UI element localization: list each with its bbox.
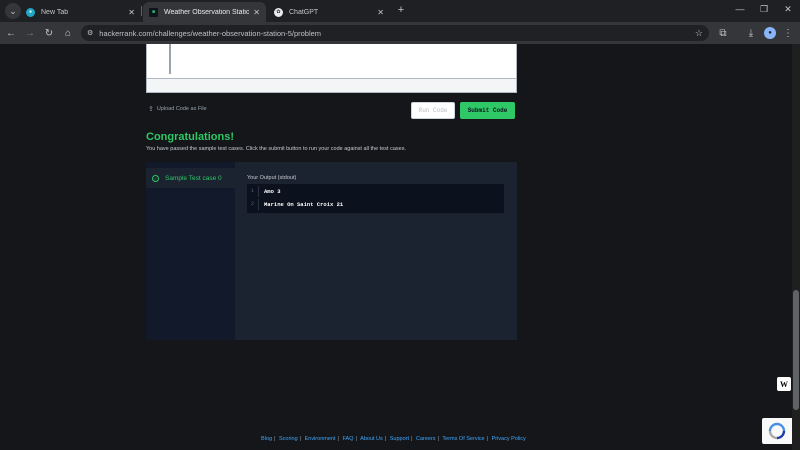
minimize-icon[interactable]: —: [733, 4, 747, 14]
footer-separator: |: [299, 436, 302, 442]
home-icon[interactable]: ⌂: [61, 26, 75, 40]
profile-avatar[interactable]: ●: [764, 27, 776, 39]
close-window-icon[interactable]: ✕: [781, 4, 795, 15]
upload-code-link[interactable]: ⇪ Upload Code as File: [148, 105, 207, 113]
recaptcha-badge[interactable]: [762, 418, 792, 444]
footer-link-scoring[interactable]: Scoring: [279, 436, 298, 442]
testcase-label: Sample Test case 0: [165, 174, 222, 182]
output-label: Your Output (stdout): [247, 175, 297, 181]
footer-separator: |: [411, 436, 413, 442]
site-settings-icon[interactable]: ⚙: [87, 29, 93, 37]
footer-separator: |: [274, 436, 276, 442]
footer-separator: |: [355, 436, 357, 442]
footer-link-faq[interactable]: FAQ: [342, 436, 353, 442]
result-message: You have passed the sample test cases. C…: [146, 146, 406, 152]
footer-separator: |: [337, 436, 339, 442]
w-widget-icon[interactable]: W: [777, 377, 791, 391]
footer-link-terms[interactable]: Terms Of Service: [442, 436, 484, 442]
recaptcha-icon: [768, 422, 786, 440]
submit-code-button[interactable]: Submit Code: [460, 102, 515, 119]
output-box: 1 Amo 3 2 Marine On Saint Croix 21: [247, 184, 504, 213]
output-line: 2 Marine On Saint Croix 21: [247, 199, 504, 210]
line-number: 2: [247, 199, 259, 210]
tab-new-tab[interactable]: ● New Tab ✕: [20, 2, 141, 22]
output-text: Amo 3: [264, 188, 281, 195]
footer-link-privacy[interactable]: Privacy Policy: [492, 436, 526, 442]
close-icon[interactable]: ✕: [377, 8, 384, 17]
more-options-icon[interactable]: ⋮: [781, 26, 795, 40]
close-icon[interactable]: ✕: [253, 8, 260, 17]
tab-label: ChatGPT: [289, 8, 319, 16]
address-bar[interactable]: ⚙ hackerrank.com/challenges/weather-obse…: [81, 25, 709, 41]
footer-link-support[interactable]: Support: [390, 436, 409, 442]
tab-chatgpt[interactable]: ✿ ChatGPT ✕: [268, 2, 390, 22]
tab-label: New Tab: [41, 8, 69, 16]
restore-icon[interactable]: ❐: [757, 4, 771, 15]
tab-label: Weather Observation Station 5: [164, 8, 250, 16]
test-results-panel: ✓ Sample Test case 0 Your Output (stdout…: [146, 162, 517, 340]
reload-icon[interactable]: ↻: [42, 26, 56, 40]
chatgpt-favicon-icon: ✿: [274, 7, 283, 17]
tab-weather-observation[interactable]: ■ Weather Observation Station 5 ✕: [143, 2, 266, 22]
testcase-sidebar: [146, 162, 235, 340]
footer-link-blog[interactable]: Blog: [261, 436, 272, 442]
forward-arrow-icon[interactable]: →: [23, 26, 37, 40]
tab-strip: ⌄ ● New Tab ✕ ■ Weather Observation Stat…: [0, 0, 800, 22]
upload-icon: ⇪: [148, 106, 154, 113]
url-text: hackerrank.com/challenges/weather-observ…: [99, 28, 322, 38]
output-text: Marine On Saint Croix 21: [264, 201, 344, 208]
line-number: 1: [247, 186, 259, 197]
code-editor[interactable]: [146, 44, 517, 78]
back-arrow-icon[interactable]: ←: [4, 26, 18, 40]
footer-link-about-us[interactable]: About Us: [360, 436, 383, 442]
footer-links: Blog | Scoring | Environment | FAQ | About U…: [261, 436, 526, 442]
extensions-icon[interactable]: ⧉: [716, 26, 730, 40]
footer-separator: |: [486, 436, 489, 442]
bookmark-star-icon[interactable]: ☆: [695, 28, 703, 39]
footer-separator: |: [384, 436, 387, 442]
new-tab-button[interactable]: +: [395, 4, 407, 16]
check-circle-icon: ✓: [152, 174, 159, 182]
tab-divider: [141, 6, 142, 16]
new-tab-favicon-icon: ●: [26, 7, 35, 17]
download-icon[interactable]: ⤓: [744, 26, 758, 40]
close-icon[interactable]: ✕: [128, 8, 135, 17]
editor-status-bar: [146, 78, 517, 93]
footer-link-careers[interactable]: Careers: [416, 436, 436, 442]
footer-separator: |: [437, 436, 439, 442]
testcase-tab-0[interactable]: ✓ Sample Test case 0: [146, 168, 235, 188]
tab-search-button[interactable]: ⌄: [5, 3, 21, 19]
congratulations-heading: Congratulations!: [146, 131, 234, 143]
chevron-down-icon: ⌄: [9, 5, 17, 16]
upload-label: Upload Code as File: [156, 106, 207, 112]
browser-toolbar: ← → ↻ ⌂ ⚙ hackerrank.com/challenges/weat…: [0, 22, 800, 44]
hackerrank-favicon-icon: ■: [149, 7, 158, 17]
editor-gutter: [169, 44, 171, 74]
output-line: 1 Amo 3: [247, 186, 504, 197]
footer-link-environment[interactable]: Environment: [305, 436, 336, 442]
run-code-button[interactable]: Run Code: [411, 102, 455, 119]
scrollbar-thumb[interactable]: [793, 290, 799, 410]
